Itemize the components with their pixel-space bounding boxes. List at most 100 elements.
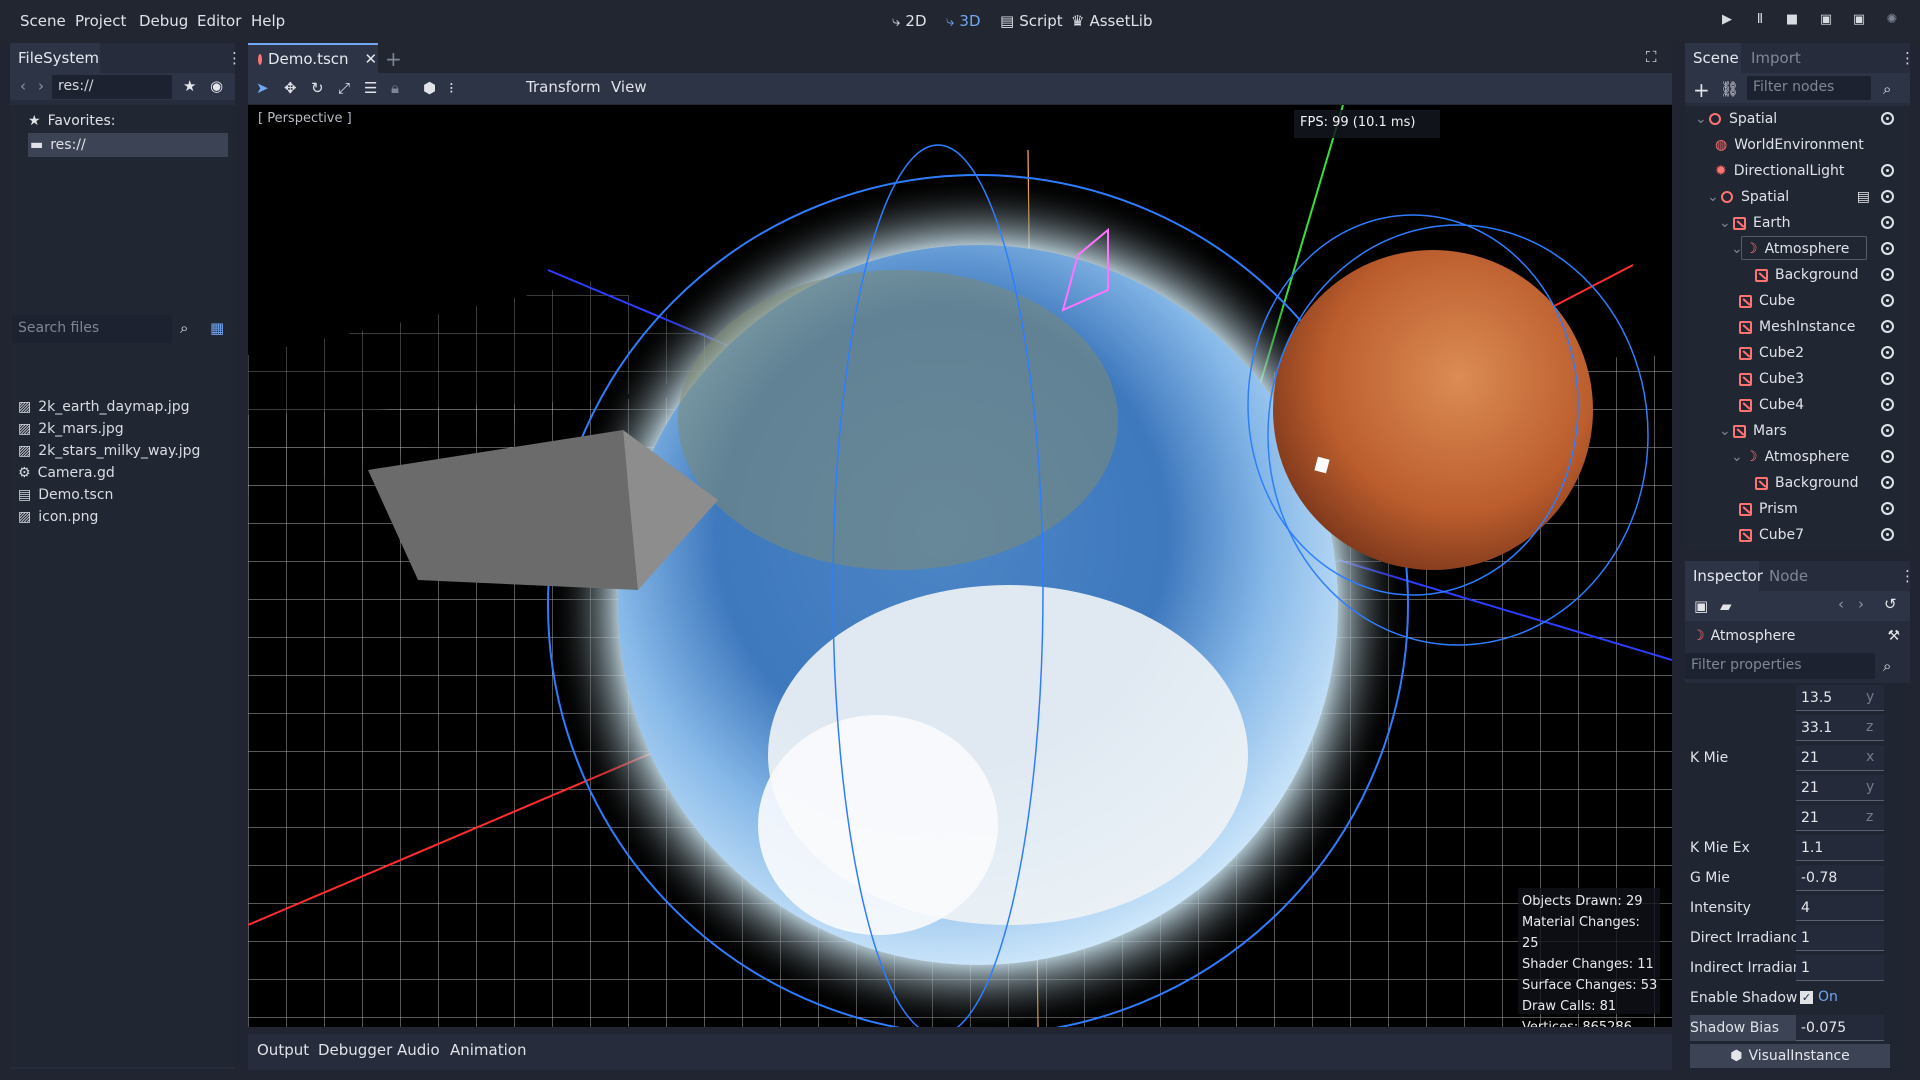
local-space-icon[interactable]: ⬢ <box>423 79 436 97</box>
filter-properties-input[interactable]: Filter properties <box>1685 653 1875 679</box>
visibility-eye-icon[interactable] <box>1881 268 1894 281</box>
select-tool-icon[interactable]: ➤ <box>256 79 269 97</box>
visibility-eye-icon[interactable] <box>1881 450 1894 463</box>
favorites-item[interactable]: ★ Favorites: <box>28 113 116 129</box>
eye-icon[interactable]: ◉ <box>210 77 223 95</box>
tree-node-mars[interactable]: ⌄ Mars <box>1719 418 1910 444</box>
tree-node-background[interactable]: Background <box>1755 470 1910 496</box>
history-back-icon[interactable]: ‹ <box>1838 595 1844 613</box>
visibility-eye-icon[interactable] <box>1881 476 1894 489</box>
transform-menu[interactable]: Transform <box>526 78 601 96</box>
intensity-field[interactable]: 4 <box>1796 895 1884 921</box>
mode-assetlib-button[interactable]: ♛ AssetLib <box>1071 12 1153 30</box>
tree-node-atmosphere[interactable]: ⌄ ☽ Atmosphere <box>1731 444 1910 470</box>
direct-irradiance-field[interactable]: 1 <box>1796 925 1884 951</box>
grid-view-icon[interactable]: ▦ <box>210 319 224 337</box>
visibility-eye-icon[interactable] <box>1881 346 1894 359</box>
forward-icon[interactable]: › <box>38 77 44 95</box>
tab-debugger[interactable]: Debugger <box>318 1041 392 1059</box>
visibility-eye-icon[interactable] <box>1881 112 1894 125</box>
favorite-star-icon[interactable]: ★ <box>183 77 196 95</box>
visualinstance-section[interactable]: ⬢ VisualInstance <box>1690 1044 1890 1068</box>
visibility-eye-icon[interactable] <box>1881 294 1894 307</box>
tree-node-worldenvironment[interactable]: ◍ WorldEnvironment <box>1715 132 1910 158</box>
script-attached-icon[interactable]: ▤ <box>1857 184 1870 210</box>
tab-scene[interactable]: Scene <box>1685 43 1741 73</box>
file-item[interactable]: ▨ 2k_earth_daymap.jpg <box>18 397 190 417</box>
tab-import[interactable]: Import <box>1743 43 1805 73</box>
visibility-eye-icon[interactable] <box>1881 372 1894 385</box>
tab-filesystem[interactable]: FileSystem <box>10 43 100 73</box>
link-icon[interactable]: ⛓ <box>1720 80 1739 98</box>
perspective-label[interactable]: [ Perspective ] <box>258 111 352 126</box>
tree-node-directionallight[interactable]: ✹ DirectionalLight <box>1715 158 1910 184</box>
tree-node-cube2[interactable]: Cube2 <box>1739 340 1910 366</box>
object-history-icon[interactable]: ↺ <box>1884 595 1897 613</box>
tab-animation[interactable]: Animation <box>450 1041 526 1059</box>
tree-node-background[interactable]: Background <box>1755 262 1910 288</box>
stop-button[interactable]: ■ <box>1783 12 1801 30</box>
tree-node-cube7[interactable]: Cube7 <box>1739 522 1910 548</box>
tree-node-prism[interactable]: Prism <box>1739 496 1910 522</box>
snap-icon[interactable]: ⁝ <box>449 79 454 97</box>
shadow-bias-field[interactable]: -0.075 <box>1796 1015 1884 1041</box>
tree-node-cube[interactable]: Cube <box>1739 288 1910 314</box>
file-item[interactable]: ⚙ Camera.gd <box>18 463 115 483</box>
tab-output[interactable]: Output <box>257 1041 309 1059</box>
play-scene-button[interactable]: ▣ <box>1817 12 1835 30</box>
menu-project[interactable]: Project <box>75 12 126 30</box>
scale-tool-icon[interactable]: ⤢ <box>338 79 350 97</box>
file-item[interactable]: ▨ 2k_mars.jpg <box>18 419 124 439</box>
visibility-eye-icon[interactable] <box>1881 320 1894 333</box>
res-folder-item[interactable]: ▬ res:// <box>28 133 228 157</box>
move-tool-icon[interactable]: ✥ <box>284 79 297 97</box>
fullscreen-icon[interactable]: ⛶ <box>1646 48 1657 66</box>
list-select-icon[interactable]: ☰ <box>364 79 377 97</box>
play-custom-button[interactable]: ▣ <box>1850 12 1868 30</box>
file-item[interactable]: ▨ icon.png <box>18 507 98 527</box>
file-item[interactable]: ▤ Demo.tscn <box>18 485 113 505</box>
menu-scene[interactable]: Scene <box>20 12 66 30</box>
mode-3d-button[interactable]: ⤷ 3D <box>946 12 981 30</box>
play-button[interactable]: ▶ <box>1718 12 1736 30</box>
indirect-irradiance-field[interactable]: 1 <box>1796 955 1884 981</box>
mode-2d-button[interactable]: ⤷ 2D <box>892 12 927 30</box>
tab-demo-scene[interactable]: Demo.tscn ✕ <box>248 43 378 73</box>
g-mie-field[interactable]: -0.78 <box>1796 865 1884 891</box>
search-files-input[interactable]: Search files <box>12 315 172 343</box>
tree-node-spatial[interactable]: ⌄ Spatial ▤ <box>1707 184 1910 210</box>
file-item[interactable]: ▨ 2k_stars_milky_way.jpg <box>18 441 200 461</box>
enable-shadow-checkbox[interactable]: ✓ <box>1800 991 1813 1004</box>
visibility-eye-icon[interactable] <box>1881 398 1894 411</box>
add-tab-icon[interactable]: + <box>385 47 402 71</box>
menu-editor[interactable]: Editor <box>197 12 241 30</box>
add-node-icon[interactable]: + <box>1693 78 1710 102</box>
visibility-eye-icon[interactable] <box>1881 528 1894 541</box>
close-icon[interactable]: ✕ <box>365 44 378 74</box>
tab-audio[interactable]: Audio <box>397 1041 440 1059</box>
filter-nodes-input[interactable]: Filter nodes <box>1747 76 1871 100</box>
pause-button[interactable]: Ⅱ <box>1751 12 1769 30</box>
tree-node-cube4[interactable]: Cube4 <box>1739 392 1910 418</box>
3d-viewport[interactable]: [ Perspective ] FPS: 99 (10.1 ms) Object… <box>248 105 1672 1027</box>
visibility-eye-icon[interactable] <box>1881 502 1894 515</box>
tree-node-meshinstance[interactable]: MeshInstance <box>1739 314 1910 340</box>
menu-dots-icon[interactable]: ⋮ <box>1900 567 1915 585</box>
menu-help[interactable]: Help <box>251 12 285 30</box>
visibility-eye-icon[interactable] <box>1881 190 1894 203</box>
menu-dots-icon[interactable]: ⋮ <box>1900 49 1915 67</box>
tree-node-earth[interactable]: ⌄ Earth <box>1719 210 1910 236</box>
view-menu[interactable]: View <box>611 78 647 96</box>
menu-debug[interactable]: Debug <box>139 12 188 30</box>
tree-node-spatial[interactable]: ⌄ Spatial <box>1695 106 1910 132</box>
tab-inspector[interactable]: Inspector <box>1685 561 1763 591</box>
k-mie-ex-field[interactable]: 1.1 <box>1796 835 1884 861</box>
open-folder-icon[interactable]: ▰ <box>1720 597 1732 615</box>
rotate-tool-icon[interactable]: ↻ <box>311 79 324 97</box>
mode-script-button[interactable]: ▤ Script <box>1000 12 1063 30</box>
history-forward-icon[interactable]: › <box>1858 595 1864 613</box>
lock-icon[interactable]: 🔒︎ <box>391 79 399 97</box>
visibility-eye-icon[interactable] <box>1881 242 1894 255</box>
visibility-eye-icon[interactable] <box>1881 216 1894 229</box>
back-icon[interactable]: ‹ <box>20 77 26 95</box>
